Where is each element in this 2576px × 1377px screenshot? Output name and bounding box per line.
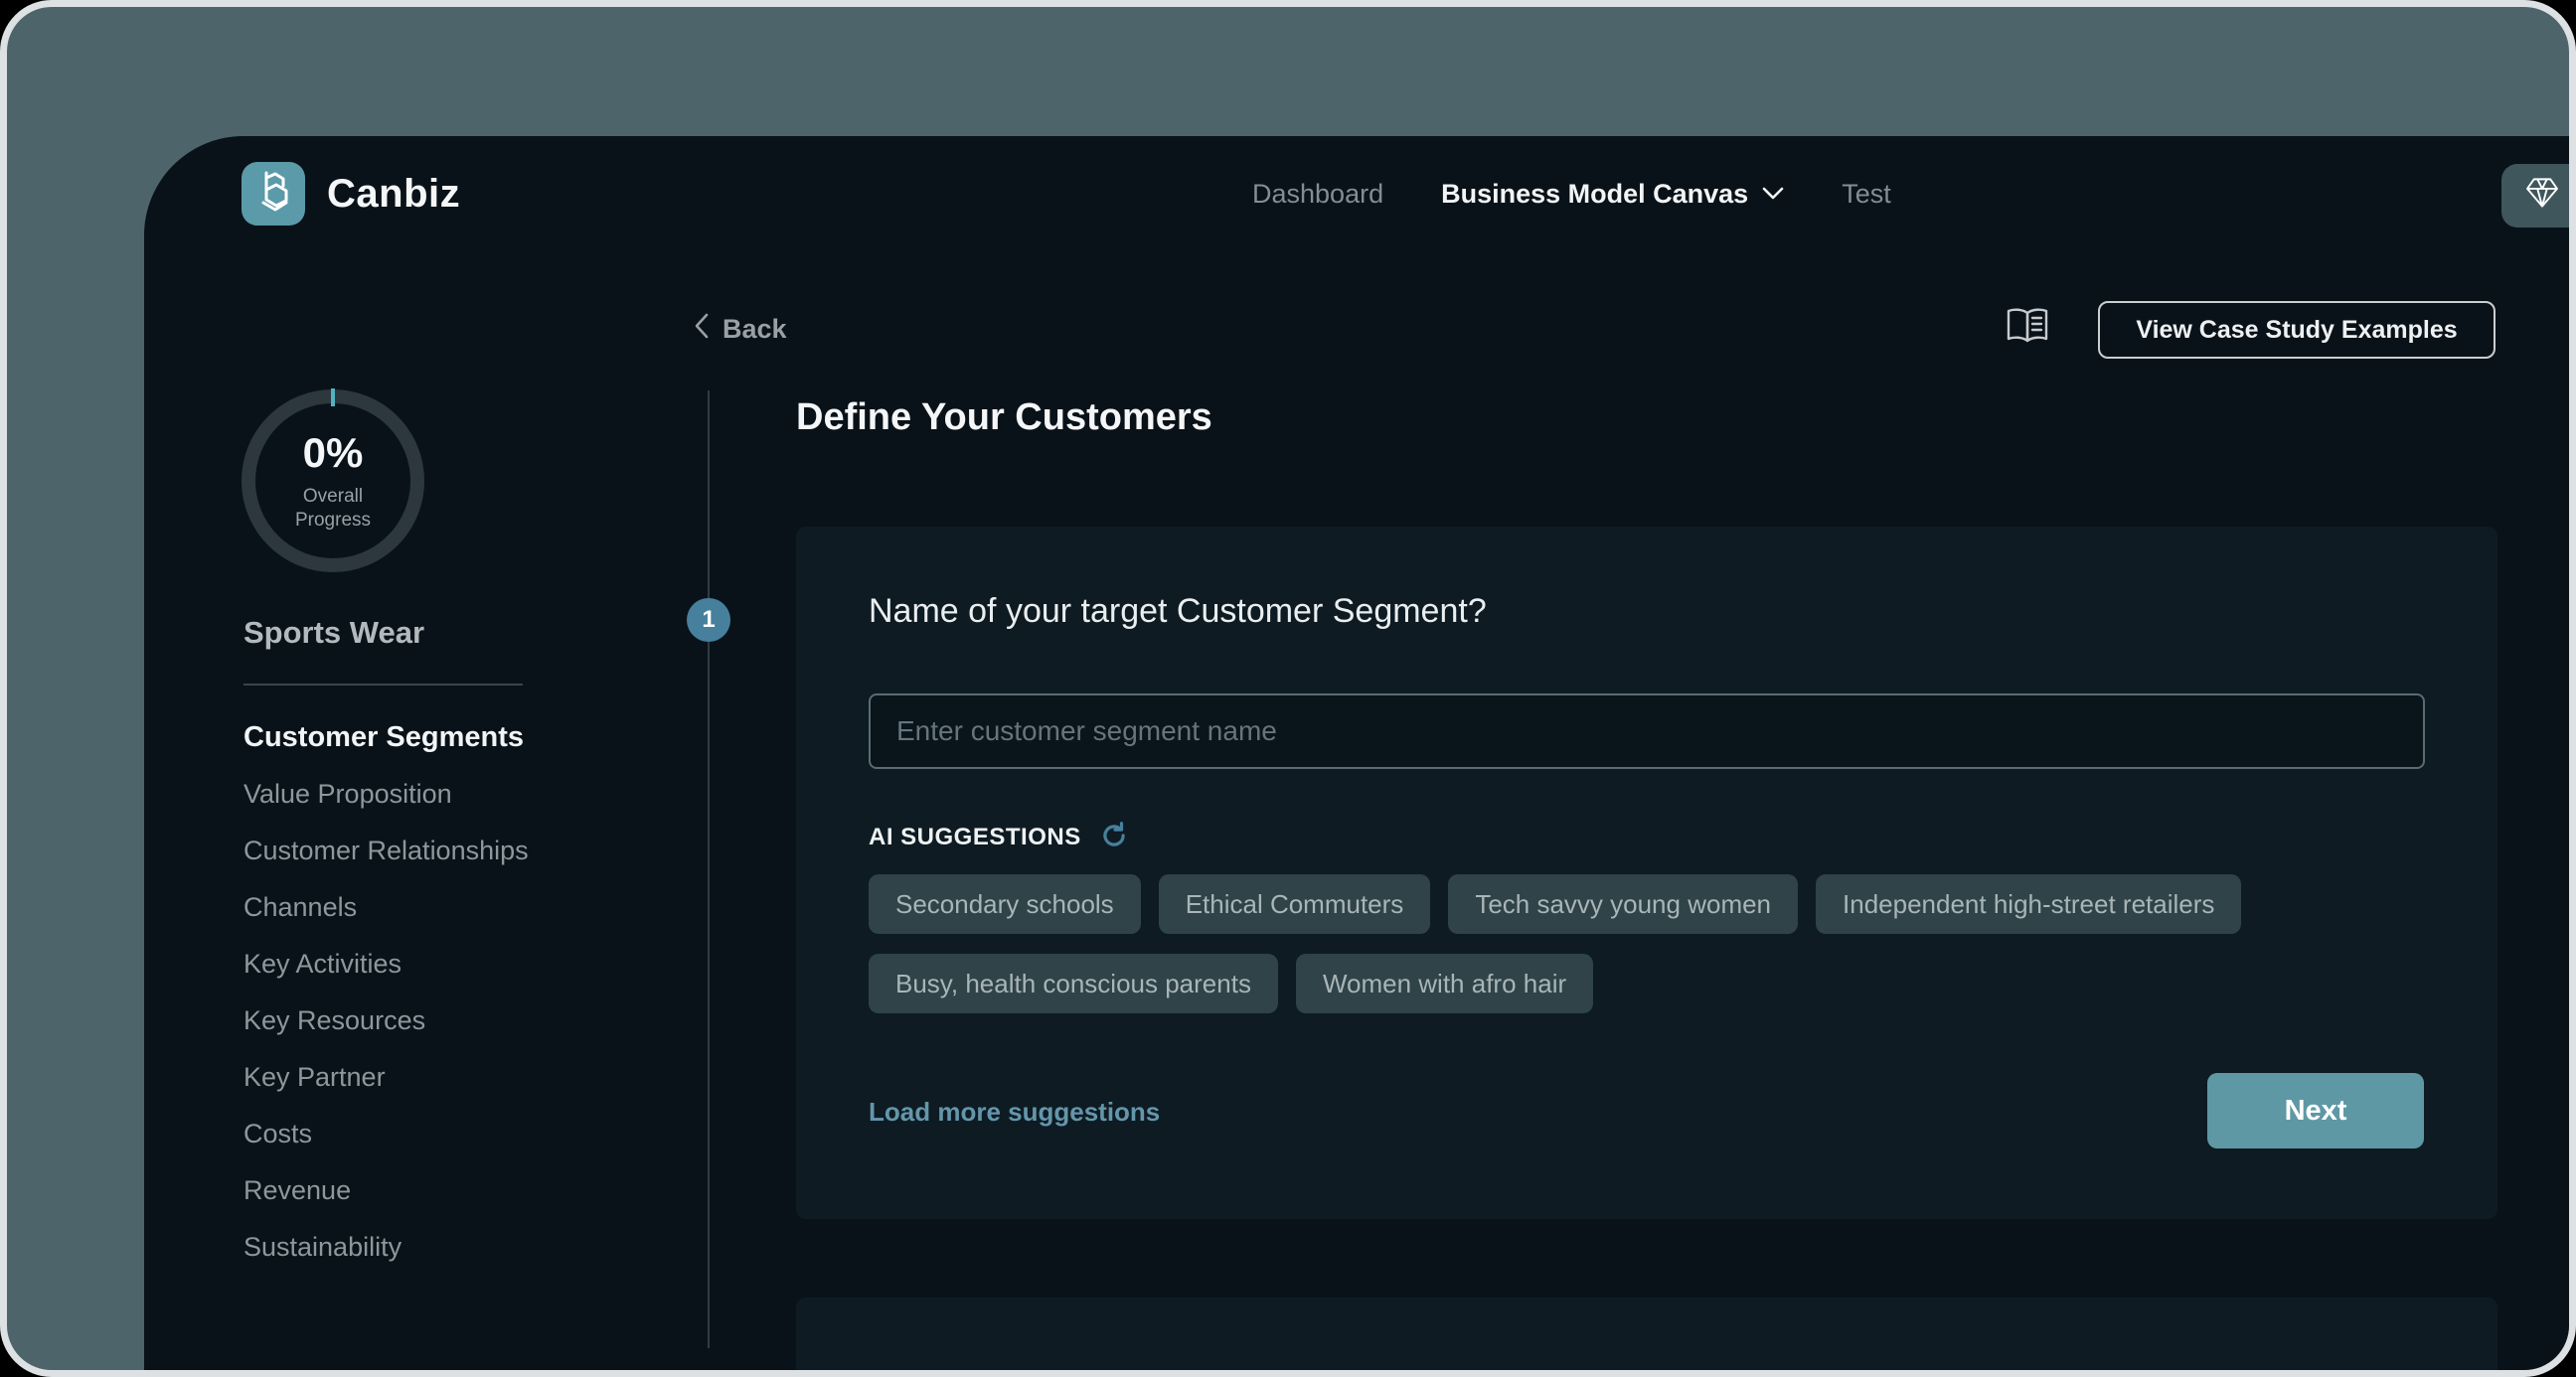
sidebar-item[interactable]: Key Activities xyxy=(243,936,529,993)
nav-item-label: Business Model Canvas xyxy=(1441,179,1748,210)
open-book-icon[interactable] xyxy=(2005,307,2050,350)
step-number-badge: 1 xyxy=(687,598,730,642)
hexagon-b-logo-icon xyxy=(253,170,293,219)
step-rail-line xyxy=(708,390,710,1348)
outer-rounded-frame: Canbiz Dashboard Business Model Canvas T… xyxy=(0,0,2576,1377)
suggestion-chip-label: Women with afro hair xyxy=(1323,969,1566,999)
nav-item[interactable]: Test xyxy=(1842,179,1891,210)
sidebar-item[interactable]: Value Proposition xyxy=(243,766,529,823)
refresh-icon xyxy=(1099,821,1129,853)
sidebar-item[interactable]: Key Partner xyxy=(243,1049,529,1106)
progress-percent: 0% xyxy=(303,429,364,477)
progress-text: 0% Overall Progress xyxy=(239,386,427,575)
suggestion-chip-label: Tech savvy young women xyxy=(1475,889,1771,920)
customer-segment-card: Name of your target Customer Segment? AI… xyxy=(796,527,2497,1219)
sidebar-item[interactable]: Revenue xyxy=(243,1162,529,1219)
page-title: Define Your Customers xyxy=(796,396,1212,439)
sidebar-item-label: Key Partner xyxy=(243,1062,386,1093)
app-window: Canbiz Dashboard Business Model Canvas T… xyxy=(144,136,2569,1370)
sidebar-item[interactable]: Costs xyxy=(243,1106,529,1162)
sidebar-item[interactable]: Customer Relationships xyxy=(243,823,529,879)
back-button[interactable]: Back xyxy=(694,311,787,347)
sidebar-item-label: Customer Relationships xyxy=(243,836,529,866)
customer-segment-name-input[interactable] xyxy=(869,693,2425,769)
chevron-down-icon xyxy=(1762,187,1784,201)
sidebar-divider xyxy=(243,684,523,686)
screenshot-stage: Canbiz Dashboard Business Model Canvas T… xyxy=(0,0,2576,1377)
question-label: Name of your target Customer Segment? xyxy=(869,592,1487,631)
suggestion-chip[interactable]: Secondary schools xyxy=(869,874,1141,934)
suggestion-chip[interactable]: Busy, health conscious parents xyxy=(869,954,1278,1013)
suggestion-chip-label: Busy, health conscious parents xyxy=(895,969,1251,999)
sidebar-item[interactable]: Key Resources xyxy=(243,993,529,1049)
next-button[interactable]: Next xyxy=(2207,1073,2424,1148)
ai-suggestions-row: AI SUGGESTIONS xyxy=(869,821,1129,853)
sidebar-item-label: Revenue xyxy=(243,1175,351,1206)
top-right-clipped-button[interactable]: C xyxy=(2501,164,2576,228)
sidebar-item-label: Costs xyxy=(243,1119,312,1149)
main-nav: Dashboard Business Model Canvas Test xyxy=(1252,162,1891,226)
suggestion-chip-label: Secondary schools xyxy=(895,889,1114,920)
suggestion-chip[interactable]: Women with afro hair xyxy=(1296,954,1593,1013)
sidebar-item-label: Key Resources xyxy=(243,1005,425,1036)
sidebar-item[interactable]: Channels xyxy=(243,879,529,936)
suggestion-chip[interactable]: Ethical Commuters xyxy=(1159,874,1431,934)
sidebar-item-label: Key Activities xyxy=(243,949,402,980)
sidebar-item-label: Sustainability xyxy=(243,1232,402,1263)
sidebar-section-list: Customer Segments Value Proposition Cust… xyxy=(243,709,529,1276)
sidebar-item-label: Channels xyxy=(243,892,357,923)
chevron-left-icon xyxy=(694,313,709,346)
ai-suggestions-label: AI SUGGESTIONS xyxy=(869,824,1081,851)
nav-item[interactable]: Dashboard xyxy=(1252,179,1383,210)
suggestion-chip[interactable]: Tech savvy young women xyxy=(1448,874,1798,934)
sidebar-item-label: Customer Segments xyxy=(243,721,524,754)
sidebar-item[interactable]: Customer Segments xyxy=(243,709,529,766)
canbiz-logo[interactable] xyxy=(242,162,305,226)
brand-name: Canbiz xyxy=(327,162,460,226)
next-question-card xyxy=(796,1298,2497,1377)
sidebar-item-label: Value Proposition xyxy=(243,779,452,810)
nav-item-label: Test xyxy=(1842,179,1891,210)
suggestion-chip-label: Ethical Commuters xyxy=(1186,889,1404,920)
back-label: Back xyxy=(723,314,787,345)
suggestion-chip-label: Independent high-street retailers xyxy=(1843,889,2214,920)
suggestion-chip[interactable]: Independent high-street retailers xyxy=(1816,874,2241,934)
view-case-study-examples-button[interactable]: View Case Study Examples xyxy=(2098,301,2496,359)
nav-item-label: Dashboard xyxy=(1252,179,1383,210)
project-name: Sports Wear xyxy=(243,615,424,651)
load-more-suggestions-link[interactable]: Load more suggestions xyxy=(869,1097,1160,1128)
nav-item[interactable]: Business Model Canvas xyxy=(1441,179,1784,210)
overall-progress-ring: 0% Overall Progress xyxy=(239,386,427,575)
gem-icon xyxy=(2525,178,2559,215)
progress-caption: Overall Progress xyxy=(283,485,383,533)
refresh-suggestions-button[interactable] xyxy=(1099,821,1129,853)
suggestion-chip-list: Secondary schools Ethical Commuters Tech… xyxy=(869,874,2429,1013)
sidebar-item[interactable]: Sustainability xyxy=(243,1219,529,1276)
